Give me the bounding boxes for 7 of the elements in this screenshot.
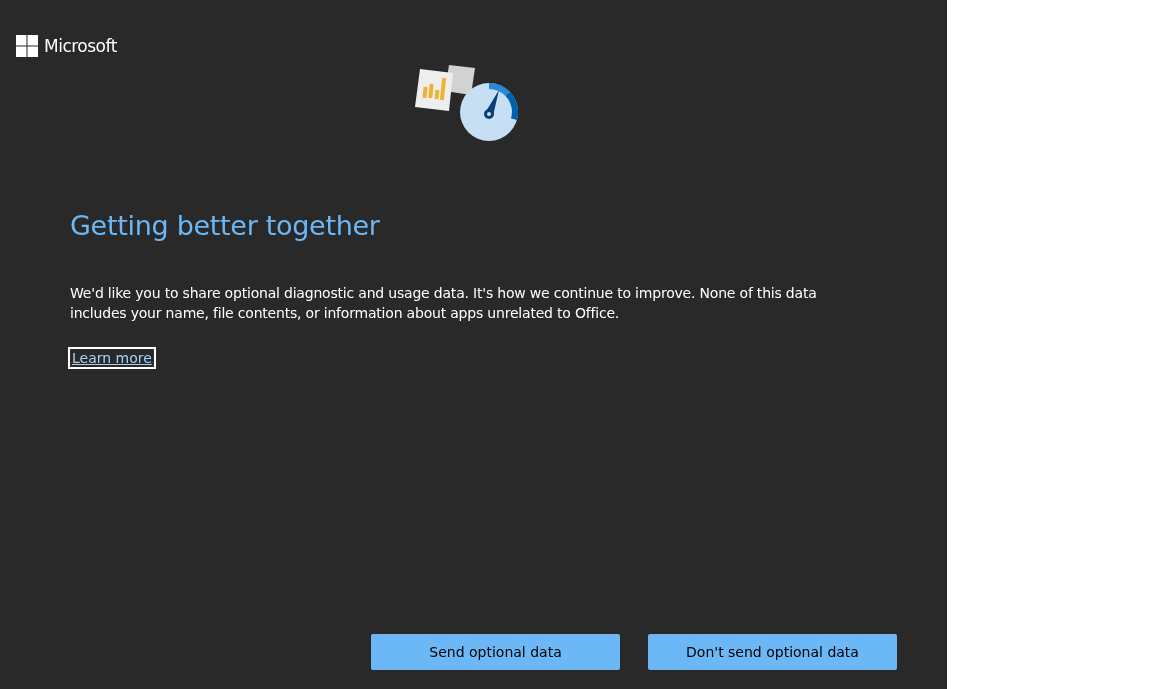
learn-more-link[interactable]: Learn more xyxy=(68,347,156,369)
dialog-title: Getting better together xyxy=(70,210,381,241)
description-text: We'd like you to share optional diagnostic and usage data. It's how we continue to improve. None of this data includes your name, file contents, or information about apps unrelated to Office. xyxy=(70,284,818,323)
dialog-button[interactable]: Send optional data xyxy=(371,634,620,670)
brand-name: Microsoft xyxy=(44,36,117,56)
windows-logo-icon xyxy=(16,35,38,57)
dialog-button[interactable]: Don't send optional data xyxy=(648,634,897,670)
